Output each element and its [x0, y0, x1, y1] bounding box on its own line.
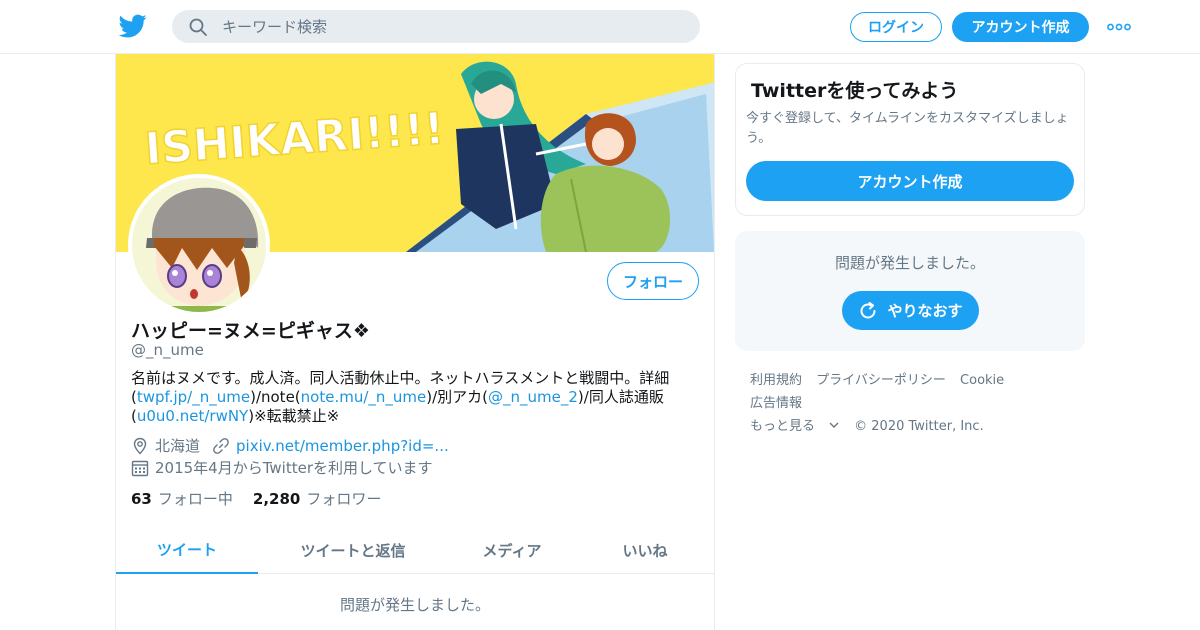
followers-count: 2,280	[252, 490, 301, 508]
search-input[interactable]	[222, 10, 682, 43]
bio-link-shop[interactable]: u0u0.net/rwNY	[137, 407, 248, 425]
top-navigation-bar: ログイン アカウント作成	[0, 0, 1200, 54]
location-pin-icon	[133, 437, 147, 454]
tab-media[interactable]: メディア	[448, 526, 576, 574]
profile-column: ISHIKARI!!!! フォロー ハッピー=ヌメ=ピギャス❖ @_n_ume …	[115, 54, 715, 630]
tab-likes[interactable]: いいね	[576, 526, 714, 574]
profile-join-date: 2015年4月からTwitterを利用しています	[131, 457, 433, 478]
follow-button[interactable]: フォロー	[607, 262, 699, 300]
footer-link-ads[interactable]: 広告情報	[750, 396, 802, 411]
login-button[interactable]: ログイン	[850, 12, 942, 42]
profile-display-name: ハッピー=ヌメ=ピギャス❖	[131, 320, 370, 342]
bio-link-twpf[interactable]: twpf.jp/_n_ume	[137, 388, 250, 406]
followers-label: フォロワー	[306, 490, 382, 508]
signup-card-text: 今すぐ登録して、タイムラインをカスタマイズしましょう。	[746, 111, 1069, 146]
signup-card-button[interactable]: アカウント作成	[746, 161, 1074, 201]
sidebar-error-message: 問題が発生しました。	[834, 254, 985, 272]
bio-text: )/別アカ(	[426, 388, 489, 406]
more-options-icon[interactable]	[1107, 22, 1131, 32]
footer-link-terms[interactable]: 利用規約	[750, 373, 802, 388]
bio-link-alt-account[interactable]: @_n_ume_2	[488, 388, 578, 406]
profile-location-website: 北海道 pixiv.net/member.php?id=...	[131, 435, 449, 456]
bio-link-note[interactable]: note.mu/_n_ume	[301, 388, 427, 406]
retry-label: やりなおす	[887, 302, 963, 320]
footer-link-privacy[interactable]: プライバシーポリシー	[816, 373, 946, 388]
profile-tabs: ツイート ツイートと返信 メディア いいね	[116, 526, 714, 574]
search-box[interactable]	[172, 10, 700, 43]
followers-stat[interactable]: 2,280 フォロワー	[253, 490, 381, 508]
timeline-error-message: 問題が発生しました。	[339, 596, 490, 614]
profile-stats: 63 フォロー中 2,280 フォロワー	[131, 488, 381, 509]
footer-more[interactable]: もっと見る	[750, 419, 840, 434]
footer-link-cookie[interactable]: Cookie	[960, 373, 1004, 388]
following-stat[interactable]: 63 フォロー中	[131, 490, 233, 508]
profile-avatar[interactable]	[128, 174, 270, 316]
tab-tweets[interactable]: ツイート	[116, 526, 258, 574]
footer-links: 利用規約 プライバシーポリシー Cookie 広告情報 もっと見る © 2020…	[750, 369, 1080, 438]
following-label: フォロー中	[157, 490, 233, 508]
link-icon	[213, 437, 229, 454]
calendar-icon	[131, 460, 149, 476]
footer-more-label: もっと見る	[750, 419, 816, 434]
retry-button[interactable]: やりなおす	[842, 291, 979, 330]
profile-location: 北海道	[155, 437, 201, 455]
sidebar-error-card: 問題が発生しました。 やりなおす	[735, 231, 1085, 351]
profile-handle: @_n_ume	[131, 341, 204, 359]
tab-tweets-and-replies[interactable]: ツイートと返信	[258, 526, 448, 574]
signup-button[interactable]: アカウント作成	[952, 12, 1089, 42]
bio-text: )※転載禁止※	[248, 407, 340, 425]
chevron-down-icon	[829, 422, 839, 428]
join-date-text: 2015年4月からTwitterを利用しています	[155, 459, 433, 477]
footer-copyright: © 2020 Twitter, Inc.	[854, 419, 984, 434]
bio-text: )/note(	[250, 388, 301, 406]
profile-bio: 名前はヌメです。成人済。同人活動休止中。ネットハラスメントと戦闘中。詳細(twp…	[131, 369, 701, 426]
signup-card-title: Twitterを使ってみよう	[751, 80, 959, 102]
following-count: 63	[131, 490, 152, 508]
signup-promo-card: Twitterを使ってみよう 今すぐ登録して、タイムラインをカスタマイズしましょ…	[735, 63, 1085, 216]
search-icon	[189, 18, 207, 36]
twitter-bird-icon[interactable]	[118, 12, 148, 40]
avatar-illustration	[132, 178, 266, 312]
profile-website-link[interactable]: pixiv.net/member.php?id=...	[236, 437, 449, 455]
refresh-icon	[860, 301, 876, 318]
